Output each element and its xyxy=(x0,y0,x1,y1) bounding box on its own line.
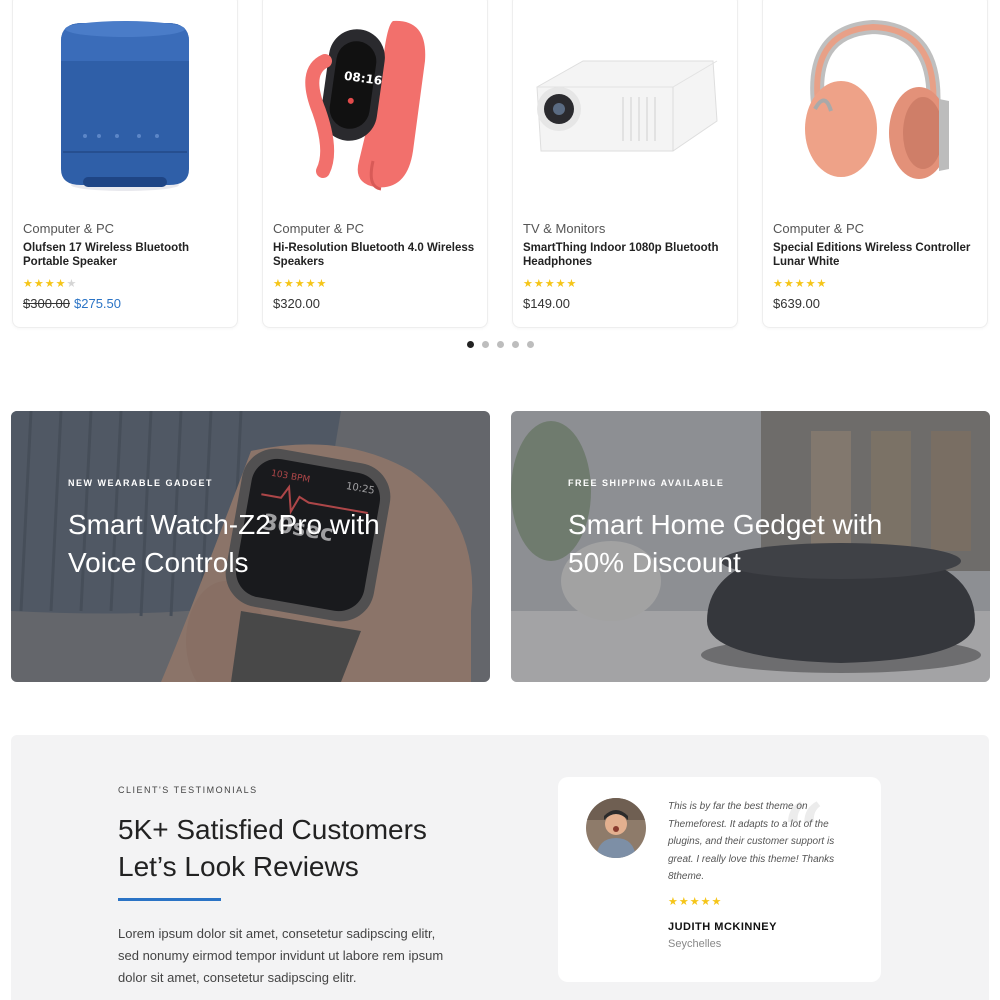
carousel-dot-1[interactable] xyxy=(467,341,474,348)
product-category[interactable]: Computer & PC xyxy=(23,221,114,236)
star-icon: ★ xyxy=(294,278,306,290)
product-title[interactable]: SmartThing Indoor 1080p Bluetooth Headph… xyxy=(523,241,729,269)
star-icon: ★ xyxy=(678,896,690,908)
carousel-dot-3[interactable] xyxy=(497,341,504,348)
section-heading: 5K+ Satisfied Customers Let’s Look Revie… xyxy=(118,811,498,885)
product-price: $149.00 xyxy=(523,296,570,311)
star-icon: ★ xyxy=(805,278,817,290)
promo-banner-watch[interactable]: 103 BPM 10:25 30sec xyxy=(11,411,490,682)
reviewer-photo xyxy=(586,798,646,858)
product-rating: ★★★★★ xyxy=(23,277,77,290)
star-icon: ★ xyxy=(23,278,34,290)
star-icon: ★ xyxy=(794,278,806,290)
product-title[interactable]: Olufsen 17 Wireless Bluetooth Portable S… xyxy=(23,241,229,269)
headphones-image[interactable] xyxy=(763,1,988,201)
smart-speaker-photo xyxy=(511,411,990,682)
star-icon: ★ xyxy=(33,278,45,290)
review-rating: ★★★★★ xyxy=(668,895,722,908)
section-heading-line: 5K+ Satisfied Customers xyxy=(118,814,427,845)
carousel-dot-5[interactable] xyxy=(527,341,534,348)
avatar xyxy=(586,798,646,858)
product-price: $300.00 $275.50 xyxy=(23,296,121,311)
star-icon: ★ xyxy=(668,896,679,908)
carousel-dot-4[interactable] xyxy=(512,341,519,348)
sale-price: $275.50 xyxy=(74,296,121,311)
product-card[interactable]: Computer & PC Olufsen 17 Wireless Blueto… xyxy=(12,0,238,328)
product-card[interactable]: Computer & PC Special Editions Wireless … xyxy=(762,0,988,328)
product-title[interactable]: Special Editions Wireless Controller Lun… xyxy=(773,241,979,269)
star-icon: ★ xyxy=(283,278,295,290)
old-price: $300.00 xyxy=(23,296,70,311)
star-icon: ★ xyxy=(555,278,567,290)
review-quote: This is by far the best theme on Themefo… xyxy=(668,801,835,882)
product-rating: ★★★★★ xyxy=(273,277,327,290)
product-category[interactable]: TV & Monitors xyxy=(523,221,605,236)
star-icon: ★ xyxy=(305,278,317,290)
product-category[interactable]: Computer & PC xyxy=(273,221,364,236)
star-icon: ★ xyxy=(55,278,67,290)
star-icon: ★ xyxy=(711,896,723,908)
price: $149.00 xyxy=(523,296,570,311)
star-icon: ★ xyxy=(544,278,556,290)
product-price: $320.00 xyxy=(273,296,320,311)
testimonials-section: CLIENT'S TESTIMONIALS 5K+ Satisfied Cust… xyxy=(11,735,989,1000)
price: $639.00 xyxy=(773,296,820,311)
projector-image[interactable] xyxy=(513,1,738,201)
product-rating: ★★★★★ xyxy=(773,277,827,290)
star-icon: ★ xyxy=(523,278,534,290)
carousel-dot-2[interactable] xyxy=(482,341,489,348)
star-icon: ★ xyxy=(533,278,545,290)
product-carousel: Computer & PC Olufsen 17 Wireless Blueto… xyxy=(0,0,1000,330)
section-eyebrow: CLIENT'S TESTIMONIALS xyxy=(118,785,258,795)
smart-watch-photo: 103 BPM 10:25 30sec xyxy=(11,411,490,682)
product-rating: ★★★★★ xyxy=(523,277,577,290)
star-icon: ★ xyxy=(773,278,784,290)
product-card[interactable]: TV & Monitors SmartThing Indoor 1080p Bl… xyxy=(512,0,738,328)
heading-underline xyxy=(118,898,221,901)
star-icon: ★ xyxy=(816,278,828,290)
product-title[interactable]: Hi-Resolution Bluetooth 4.0 Wireless Spe… xyxy=(273,241,479,269)
price: $320.00 xyxy=(273,296,320,311)
smart-band-image[interactable]: 08:16 xyxy=(263,1,488,201)
product-price: $639.00 xyxy=(773,296,820,311)
promo-banner-home[interactable] xyxy=(511,411,990,682)
star-icon: ★ xyxy=(44,278,56,290)
reviewer-name: JUDITH MCKINNEY xyxy=(668,921,777,933)
star-icon: ★ xyxy=(316,278,328,290)
reviewer-location: Seychelles xyxy=(668,938,722,950)
star-icon: ★ xyxy=(689,896,701,908)
carousel-pagination xyxy=(467,341,534,348)
star-icon: ★ xyxy=(783,278,795,290)
section-description: Lorem ipsum dolor sit amet, consetetur s… xyxy=(118,926,444,985)
section-heading-line: Let’s Look Reviews xyxy=(118,851,359,882)
blue-speaker-image[interactable] xyxy=(13,1,238,201)
star-empty-icon: ★ xyxy=(66,278,78,290)
star-icon: ★ xyxy=(566,278,578,290)
star-icon: ★ xyxy=(273,278,284,290)
product-card[interactable]: 08:16 Computer & PC Hi-Resolution Blueto… xyxy=(262,0,488,328)
review-card: “ This is by far the best theme on Theme… xyxy=(558,777,881,982)
product-category[interactable]: Computer & PC xyxy=(773,221,864,236)
star-icon: ★ xyxy=(700,896,712,908)
